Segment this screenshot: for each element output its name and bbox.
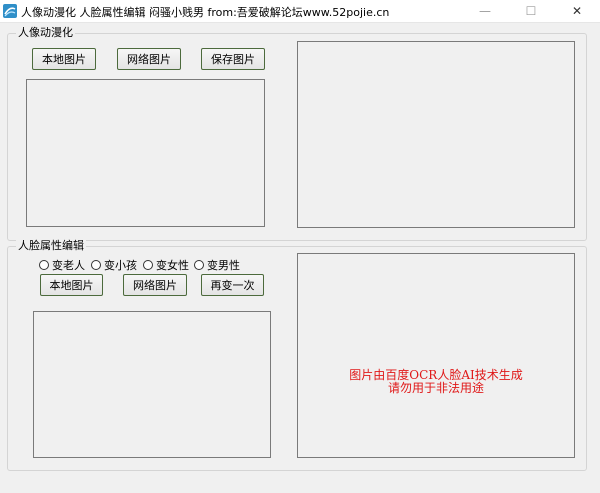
window-title: 人像动漫化 人脸属性编辑 闷骚小贱男 from:吾爱破解论坛www.52poji…: [21, 6, 390, 19]
radio-child-label: 变小孩: [104, 259, 137, 272]
anime-save-image-button[interactable]: 保存图片: [201, 48, 265, 70]
minimize-button[interactable]: —: [462, 0, 508, 22]
radio-circle[interactable]: [194, 260, 204, 270]
title-bar: 人像动漫化 人脸属性编辑 闷骚小贱男 from:吾爱破解论坛www.52poji…: [0, 0, 600, 23]
face-source-image-panel: [33, 311, 271, 458]
radio-circle[interactable]: [143, 260, 153, 270]
radio-female-label: 变女性: [156, 259, 189, 272]
app-logo-icon: [3, 4, 17, 18]
anime-group-title: 人像动漫化: [16, 26, 75, 40]
face-retry-button[interactable]: 再变一次: [201, 274, 264, 296]
close-icon: ✕: [571, 4, 583, 18]
radio-child[interactable]: 变小孩: [91, 257, 137, 273]
maximize-button[interactable]: ☐: [508, 0, 554, 22]
close-button[interactable]: ✕: [554, 0, 600, 22]
face-network-image-button[interactable]: 网络图片: [123, 274, 187, 296]
radio-old-label: 变老人: [52, 259, 85, 272]
radio-old[interactable]: 变老人: [39, 257, 85, 273]
anime-result-image-panel: [297, 41, 575, 228]
radio-female[interactable]: 变女性: [143, 257, 189, 273]
radio-circle[interactable]: [39, 260, 49, 270]
anime-source-image-panel: [26, 79, 265, 227]
anime-network-image-button[interactable]: 网络图片: [117, 48, 181, 70]
radio-male[interactable]: 变男性: [194, 257, 240, 273]
usage-notice-line2: 请勿用于非法用途: [387, 381, 484, 395]
maximize-icon: ☐: [525, 4, 537, 18]
face-result-image-panel: [297, 253, 575, 458]
face-local-image-button[interactable]: 本地图片: [40, 274, 103, 296]
anime-local-image-button[interactable]: 本地图片: [32, 48, 96, 70]
minimize-icon: —: [479, 4, 491, 18]
usage-notice: 图片由百度OCR人脸AI技术生成 请勿用于非法用途: [297, 369, 575, 395]
radio-male-label: 变男性: [207, 259, 240, 272]
radio-circle[interactable]: [91, 260, 101, 270]
face-edit-group-title: 人脸属性编辑: [16, 239, 86, 253]
